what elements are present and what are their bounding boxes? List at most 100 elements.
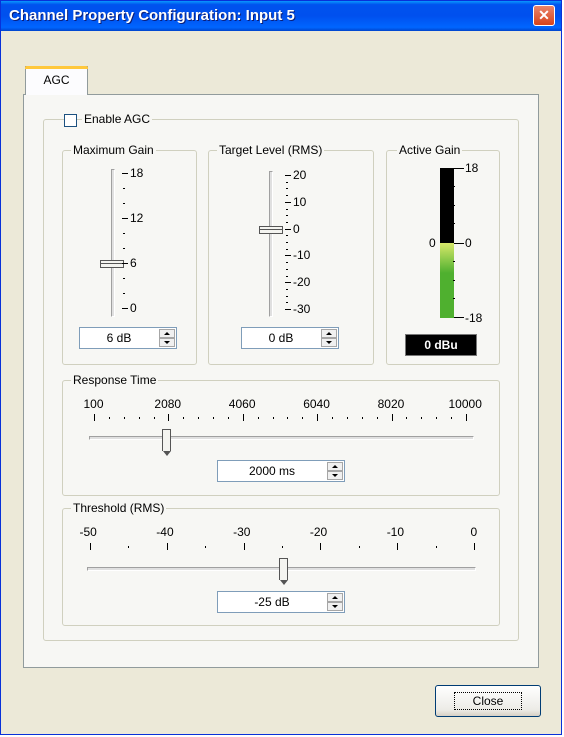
response-time-tick-label: 10000 — [448, 397, 482, 411]
maximum-gain-spinbox[interactable]: 6 dB — [79, 327, 177, 349]
target-level-tick-label: 0 — [293, 221, 300, 236]
response-time-tick-label: 2080 — [154, 397, 182, 411]
maximum-gain-minor-tick — [123, 248, 125, 249]
target-level-minor-tick — [286, 242, 288, 243]
target-level-value[interactable]: 0 dB — [242, 328, 320, 348]
response-time-spinbox[interactable]: 2000 ms — [217, 460, 345, 482]
dialog-window: Channel Property Configuration: Input 5 … — [0, 0, 562, 735]
target-level-spinbox[interactable]: 0 dB — [241, 327, 339, 349]
maximum-gain-slider-thumb[interactable] — [100, 260, 124, 268]
target-level-minor-tick — [286, 195, 288, 197]
maximum-gain-major-tick — [122, 308, 128, 309]
response-time-minor-tick — [302, 417, 304, 419]
response-time-major-tick — [466, 414, 467, 421]
target-level-tick-label: 20 — [293, 168, 307, 182]
target-level-minor-tick — [286, 268, 288, 270]
response-time-minor-tick — [272, 417, 274, 419]
target-level-major-tick — [285, 175, 291, 176]
target-level-up-icon[interactable] — [321, 329, 337, 338]
window-title: Channel Property Configuration: Input 5 — [9, 7, 295, 24]
close-button[interactable]: Close — [435, 685, 541, 717]
response-time-track[interactable] — [89, 436, 474, 440]
threshold-tick-label: -10 — [386, 525, 405, 539]
maximum-gain-major-tick — [122, 218, 128, 219]
target-level-major-tick — [285, 282, 291, 284]
maximum-gain-tick-label: 6 — [130, 256, 137, 270]
title-bar[interactable]: Channel Property Configuration: Input 5 … — [1, 1, 561, 31]
maximum-gain-minor-tick — [123, 188, 125, 189]
maximum-gain-up-icon[interactable] — [159, 329, 175, 338]
maximum-gain-value[interactable]: 6 dB — [80, 328, 158, 348]
threshold-minor-tick — [205, 546, 207, 548]
response-time-major-tick — [94, 414, 95, 421]
target-level-minor-tick — [286, 262, 288, 264]
target-level-minor-tick — [286, 288, 288, 290]
target-level-major-tick — [285, 201, 291, 203]
target-level-minor-tick — [286, 302, 288, 304]
response-time-major-tick — [168, 414, 170, 421]
target-level-minor-tick — [286, 215, 288, 217]
target-level-tick-label: -10 — [293, 248, 311, 263]
target-level-minor-tick — [286, 181, 288, 183]
threshold-down-icon[interactable] — [327, 602, 343, 611]
response-time-up-icon[interactable] — [327, 462, 343, 471]
active-gain-meter-fill — [440, 243, 454, 318]
active-gain-minor-tick — [453, 223, 455, 225]
response-time-tick-label: 4060 — [228, 397, 256, 411]
target-level-major-tick — [285, 228, 291, 230]
target-level-down-icon[interactable] — [321, 338, 337, 347]
threshold-spinbox[interactable]: -25 dB — [217, 591, 345, 613]
target-level-track[interactable] — [269, 171, 273, 317]
threshold-tick-label: -20 — [309, 525, 328, 539]
response-time-slider-thumb[interactable] — [162, 429, 172, 456]
threshold-minor-tick — [435, 546, 437, 548]
target-level-major-tick — [285, 309, 291, 310]
active-gain-minor-tick — [453, 279, 455, 281]
maximum-gain-minor-tick — [123, 203, 125, 204]
maximum-gain-tick-label: 0 — [130, 301, 137, 315]
target-level-minor-tick — [286, 188, 288, 190]
target-level-tick-label: 10 — [293, 194, 307, 209]
response-time-value[interactable]: 2000 ms — [218, 461, 326, 481]
active-gain-tick-mid — [454, 243, 464, 244]
target-level-minor-tick — [286, 221, 288, 223]
response-time-major-tick — [242, 414, 244, 421]
response-time-major-tick — [317, 414, 319, 421]
response-time-minor-tick — [346, 417, 348, 419]
threshold-slider-thumb[interactable] — [279, 558, 288, 585]
threshold-major-tick — [243, 543, 245, 550]
response-time-minor-tick — [138, 417, 140, 419]
enable-agc-label: Enable AGC — [82, 112, 153, 126]
threshold-major-tick — [397, 543, 399, 550]
maximum-gain-down-icon[interactable] — [159, 338, 175, 347]
response-time-legend: Response Time — [71, 373, 159, 387]
target-level-minor-tick — [286, 248, 288, 250]
enable-agc-checkbox[interactable] — [64, 114, 77, 127]
maximum-gain-major-tick — [122, 173, 128, 174]
response-time-minor-tick — [183, 417, 185, 419]
target-level-minor-tick — [286, 275, 288, 277]
response-time-tick-label: 6040 — [303, 397, 330, 411]
target-level-slider-thumb[interactable] — [259, 225, 283, 234]
threshold-major-tick — [320, 543, 322, 550]
active-gain-minor-tick — [453, 298, 455, 300]
maximum-gain-tick-label: 12 — [130, 211, 144, 225]
response-time-down-icon[interactable] — [327, 471, 343, 480]
response-time-minor-tick — [421, 417, 423, 419]
threshold-major-tick — [474, 543, 475, 550]
maximum-gain-tick-label: 18 — [130, 166, 144, 180]
response-time-minor-tick — [198, 417, 200, 419]
response-time-minor-tick — [376, 417, 378, 419]
tab-agc[interactable]: AGC — [25, 66, 88, 95]
close-icon[interactable]: ✕ — [533, 5, 555, 26]
threshold-up-icon[interactable] — [327, 593, 343, 602]
target-level-minor-tick — [286, 208, 288, 210]
maximum-gain-track[interactable] — [111, 169, 115, 317]
threshold-minor-tick — [282, 546, 283, 548]
threshold-tick-label: 0 — [470, 525, 478, 539]
threshold-tick-label: -30 — [233, 525, 251, 539]
response-time-tick-label: 8020 — [377, 397, 405, 411]
active-gain-minor-tick — [453, 185, 455, 187]
threshold-value[interactable]: -25 dB — [218, 592, 326, 612]
response-time-minor-tick — [123, 417, 125, 419]
